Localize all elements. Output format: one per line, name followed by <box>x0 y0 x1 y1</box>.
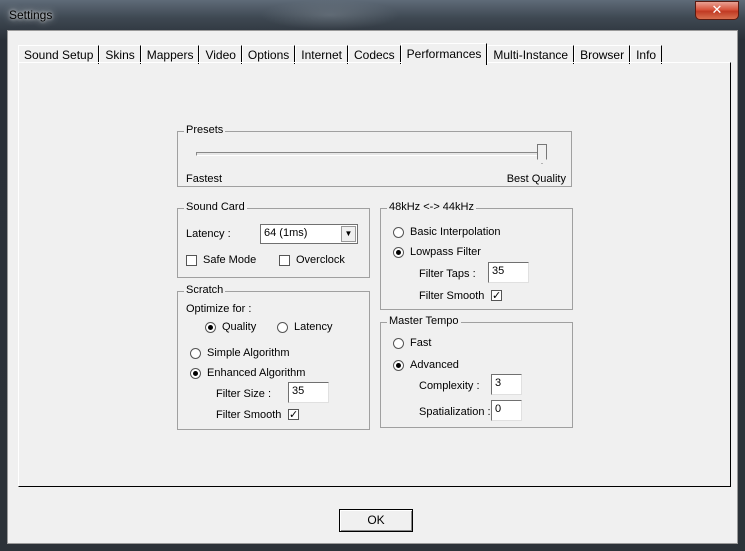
optimize-for-label: Optimize for : <box>186 303 252 315</box>
basic-interpolation-label: Basic Interpolation <box>410 226 501 238</box>
scratch-filter-smooth-checkbox[interactable]: ✓ <box>288 409 299 420</box>
latency-option-label: Latency <box>294 321 333 333</box>
latency-radio[interactable] <box>277 322 288 333</box>
tab-page-performances: Presets Fastest Best Quality Sound Card … <box>18 62 731 487</box>
enhanced-algorithm-label: Enhanced Algorithm <box>207 367 306 379</box>
close-button[interactable]: ✕ <box>695 1 739 20</box>
basic-interpolation-radio[interactable] <box>393 227 404 238</box>
latency-label: Latency : <box>186 228 231 240</box>
fast-label: Fast <box>410 337 432 349</box>
filter-taps-input[interactable]: 35 <box>488 262 529 283</box>
safe-mode-checkbox[interactable] <box>186 255 197 266</box>
enhanced-algorithm-radio[interactable] <box>190 368 201 379</box>
chevron-down-icon[interactable]: ▼ <box>341 226 356 242</box>
sound-card-group-title: Sound Card <box>184 201 247 213</box>
simple-algorithm-label: Simple Algorithm <box>207 347 290 359</box>
quality-radio[interactable] <box>205 322 216 333</box>
presets-group: Presets Fastest Best Quality <box>177 124 572 187</box>
scratch-filter-smooth-label: Filter Smooth <box>216 409 282 421</box>
advanced-label: Advanced <box>410 359 459 371</box>
overclock-checkbox[interactable] <box>279 255 290 266</box>
complexity-input[interactable]: 3 <box>491 374 522 395</box>
dialog-client-area: Sound Setup Skins Mappers Video Options Inter… <box>7 30 738 544</box>
ok-button[interactable]: OK <box>339 509 413 532</box>
quality-label: Quality <box>222 321 257 333</box>
scratch-group: Scratch Optimize for : Quality Latency S… <box>177 284 370 430</box>
simple-algorithm-radio[interactable] <box>190 348 201 359</box>
spatialization-input[interactable]: 0 <box>491 400 522 421</box>
presets-group-title: Presets <box>184 124 226 136</box>
latency-select-value: 64 (1ms) <box>264 227 308 239</box>
master-tempo-group-title: Master Tempo <box>387 315 461 327</box>
advanced-radio[interactable] <box>393 360 404 371</box>
resample-filter-smooth-label: Filter Smooth <box>419 290 485 302</box>
latency-select[interactable]: 64 (1ms) ▼ <box>260 224 358 244</box>
resample-group: 48kHz <-> 44kHz Basic Interpolation Lowp… <box>380 201 573 310</box>
safe-mode-label: Safe Mode <box>203 254 257 266</box>
filter-taps-label: Filter Taps : <box>419 268 476 280</box>
presets-slider-thumb[interactable] <box>537 144 547 164</box>
filter-size-label: Filter Size : <box>216 388 272 400</box>
complexity-label: Complexity : <box>419 380 480 392</box>
resample-filter-smooth-checkbox[interactable]: ✓ <box>491 290 502 301</box>
scratch-group-title: Scratch <box>184 284 226 296</box>
presets-min-label: Fastest <box>186 173 223 185</box>
spatialization-label: Spatialization : <box>419 406 491 418</box>
title-bar-background <box>260 0 400 30</box>
master-tempo-group: Master Tempo Fast Advanced Complexity : … <box>380 315 573 428</box>
lowpass-filter-label: Lowpass Filter <box>410 246 481 258</box>
window-title: Settings <box>9 8 53 22</box>
presets-slider-track[interactable] <box>196 152 542 156</box>
tab-strip: Sound Setup Skins Mappers Video Options Inter… <box>18 42 663 65</box>
settings-window: Settings ✕ Sound Setup Skins Mappers Video O… <box>0 0 745 551</box>
filter-size-input[interactable]: 35 <box>288 382 329 403</box>
lowpass-filter-radio[interactable] <box>393 247 404 258</box>
presets-max-label: Best Quality <box>506 173 566 185</box>
resample-group-title: 48kHz <-> 44kHz <box>387 201 476 213</box>
fast-radio[interactable] <box>393 338 404 349</box>
overclock-label: Overclock <box>296 254 345 266</box>
sound-card-group: Sound Card Latency : 64 (1ms) ▼ Safe Mod… <box>177 201 370 278</box>
close-icon: ✕ <box>711 3 723 18</box>
tab-performances[interactable]: Performances <box>400 43 488 65</box>
